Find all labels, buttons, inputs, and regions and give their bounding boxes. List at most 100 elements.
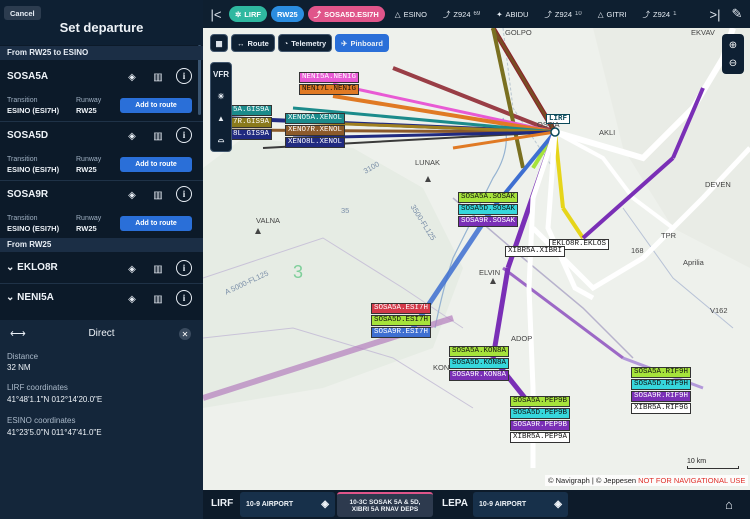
departure-airport-code[interactable]: LIRF — [211, 498, 233, 509]
layers-icon[interactable]: ◈ — [122, 186, 142, 204]
zoom-out-icon[interactable]: ⊖ — [724, 54, 742, 72]
map-mode-toolbar: ▦ ↔ Route ◔ Telemetry ✈ Pinboard — [210, 34, 389, 54]
route-label[interactable]: SOSA5D.RIF9H — [631, 379, 692, 390]
route-label[interactable]: SOSA9R.KON8A — [449, 370, 510, 381]
route-button[interactable]: ↔ Route — [231, 34, 275, 52]
info-icon[interactable]: i — [176, 290, 192, 306]
runway-value: RW25 — [76, 106, 97, 115]
route-label[interactable]: SOSA5D.SOSAK — [458, 204, 519, 215]
procedure-actions: ◈ ▥ i — [122, 68, 192, 86]
chart-icon[interactable]: ▥ — [148, 290, 168, 308]
route-label[interactable]: SOSA5A.PEP9B — [510, 396, 571, 407]
route-label[interactable]: SOSA5D.PEP9B — [510, 408, 571, 419]
layers-icon[interactable]: ◈ — [122, 290, 142, 308]
route-chip[interactable]: △ ESINO — [389, 6, 433, 22]
home-icon[interactable]: ⌂ — [725, 497, 733, 512]
procedure-name[interactable]: SOSA5D — [7, 130, 48, 141]
zoom-in-icon[interactable]: ⊕ — [724, 36, 742, 54]
triangle-icon: △ — [394, 9, 401, 19]
chevron-down-icon: ⌄ — [6, 292, 15, 303]
route-label[interactable]: SOSA5D.KON8A — [449, 358, 510, 369]
route-label[interactable]: XIBR5A.PEP9A — [510, 432, 571, 443]
procedure-name[interactable]: ⌄ EKLO8R — [6, 262, 58, 273]
runway-label: Runway — [76, 97, 102, 104]
add-to-route-button[interactable]: Add to route — [120, 216, 192, 231]
place-label: Aprilia — [683, 258, 704, 267]
route-label[interactable]: SOSA5D.ESI7H — [371, 315, 432, 326]
info-icon[interactable]: i — [176, 127, 192, 143]
route-label[interactable]: SOSA9R.SOSAK — [458, 216, 519, 227]
route-label[interactable]: 7R.GIS9A — [230, 117, 273, 128]
layers-grid-button[interactable]: ▦ — [210, 34, 228, 52]
north-up-icon[interactable]: ▲ — [212, 109, 230, 127]
brightness-icon[interactable]: ☀ — [212, 87, 230, 105]
measure-icon[interactable]: ⌓ — [212, 131, 230, 149]
panel-header: Cancel Set departure — [0, 0, 203, 45]
route-chip[interactable]: △ GITRI — [592, 6, 633, 22]
edit-pencil-icon[interactable]: ✎ — [728, 5, 746, 23]
route-label[interactable]: SOSA5A.RIF9H — [631, 367, 692, 378]
transition-label: Transition — [7, 215, 38, 222]
info-icon[interactable]: i — [176, 68, 192, 84]
pinboard-button[interactable]: ✈ Pinboard — [335, 34, 389, 52]
active-chart-card[interactable]: 10-3C SOSAK 5A & 5D, XIBRI 5A RNAV DEPS — [337, 492, 433, 517]
layers-icon[interactable]: ◈ — [122, 127, 142, 145]
layers-icon[interactable]: ◈ — [122, 68, 142, 86]
arrival-airport-code[interactable]: LEPA — [442, 498, 468, 509]
collapse-left-icon[interactable]: |< — [207, 5, 225, 23]
route-label[interactable]: SOSA9R.RIF9H — [631, 391, 692, 402]
route-icon: ⤴ — [642, 9, 651, 19]
info-icon[interactable]: i — [176, 186, 192, 202]
section-header: From RW25 — [0, 238, 203, 252]
route-label[interactable]: XIBR5A.RIF9G — [631, 403, 692, 414]
procedure-name[interactable]: SOSA9R — [7, 189, 48, 200]
arrival-chart-card[interactable]: 10-9 AIRPORT ◈ — [473, 492, 568, 517]
chart-icon[interactable]: ▥ — [148, 127, 168, 145]
esino-coordinates-label: ESINO coordinates — [7, 416, 76, 425]
route-label[interactable]: XENO7R.XENOL — [285, 125, 346, 136]
chart-icon[interactable]: ▥ — [148, 186, 168, 204]
altitude-label: 35 — [341, 206, 350, 215]
route-label[interactable]: SOSA5A.ESI7H — [371, 303, 432, 314]
route-chip[interactable]: ⤴ Z924 69 — [437, 6, 486, 22]
route-chip[interactable]: ✲ LIRF — [229, 6, 267, 22]
map-side-toolbar: VFR ☀ ▲ ⌓ — [210, 62, 232, 152]
route-label[interactable]: 5A.GIS9A — [230, 105, 273, 116]
route-chip[interactable]: ⤴ Z924 1 — [637, 6, 683, 22]
route-label[interactable]: XENO5A.XENOL — [285, 113, 346, 124]
info-icon[interactable]: i — [176, 260, 192, 276]
route-label[interactable]: XIBR5A.XIBRI — [505, 246, 566, 257]
procedure-actions: ◈ ▥ i — [122, 260, 192, 278]
map-view[interactable]: 3 LIRF NENI5A.NENIG NENI7L.NENIG 5A.GIS9… — [203, 28, 750, 490]
svg-text:3: 3 — [293, 262, 303, 282]
vfr-toggle[interactable]: VFR — [212, 65, 230, 83]
add-to-route-button[interactable]: Add to route — [120, 98, 192, 113]
route-label[interactable]: SOSA5A.KON8A — [449, 346, 510, 357]
route-chip[interactable]: ✦ ABIDU — [490, 6, 534, 22]
add-to-route-button[interactable]: Add to route — [120, 157, 192, 172]
close-icon[interactable]: ✕ — [179, 328, 191, 340]
runway-value: RW25 — [76, 165, 97, 174]
route-label[interactable]: NENI5A.NENIG — [299, 72, 360, 83]
procedure-name[interactable]: SOSA5A — [7, 71, 48, 82]
grid-icon: ▦ — [215, 38, 223, 48]
route-label[interactable]: 8L.GIS9A — [230, 129, 273, 140]
departure-chart-card[interactable]: 10-9 AIRPORT ◈ — [240, 492, 335, 517]
route-chip[interactable]: ⤴ SOSA5D.ESI7H — [307, 6, 385, 22]
chart-icon[interactable]: ▥ — [148, 260, 168, 278]
chart-icon[interactable]: ▥ — [148, 68, 168, 86]
route-label[interactable]: NENI7L.NENIG — [299, 84, 360, 95]
route-label[interactable]: SOSA9R.ESI7H — [371, 327, 432, 338]
stack-icon: ◈ — [554, 499, 562, 510]
route-label[interactable]: XENO8L.XENOL — [285, 137, 346, 148]
route-label[interactable]: SOSA5A.SOSAK — [458, 192, 519, 203]
route-chip[interactable]: ⤴ Z924 10 — [538, 6, 587, 22]
route-chip[interactable]: RW25 — [270, 6, 304, 22]
route-label[interactable]: SOSA9R.PEP9B — [510, 420, 571, 431]
cancel-button[interactable]: Cancel — [4, 6, 41, 20]
procedure-name[interactable]: ⌄ NENI5A — [6, 292, 54, 303]
layers-icon[interactable]: ◈ — [122, 260, 142, 278]
runway-value: RW25 — [76, 224, 97, 233]
expand-right-icon[interactable]: >| — [706, 5, 724, 23]
telemetry-button[interactable]: ◔ Telemetry — [277, 34, 333, 52]
